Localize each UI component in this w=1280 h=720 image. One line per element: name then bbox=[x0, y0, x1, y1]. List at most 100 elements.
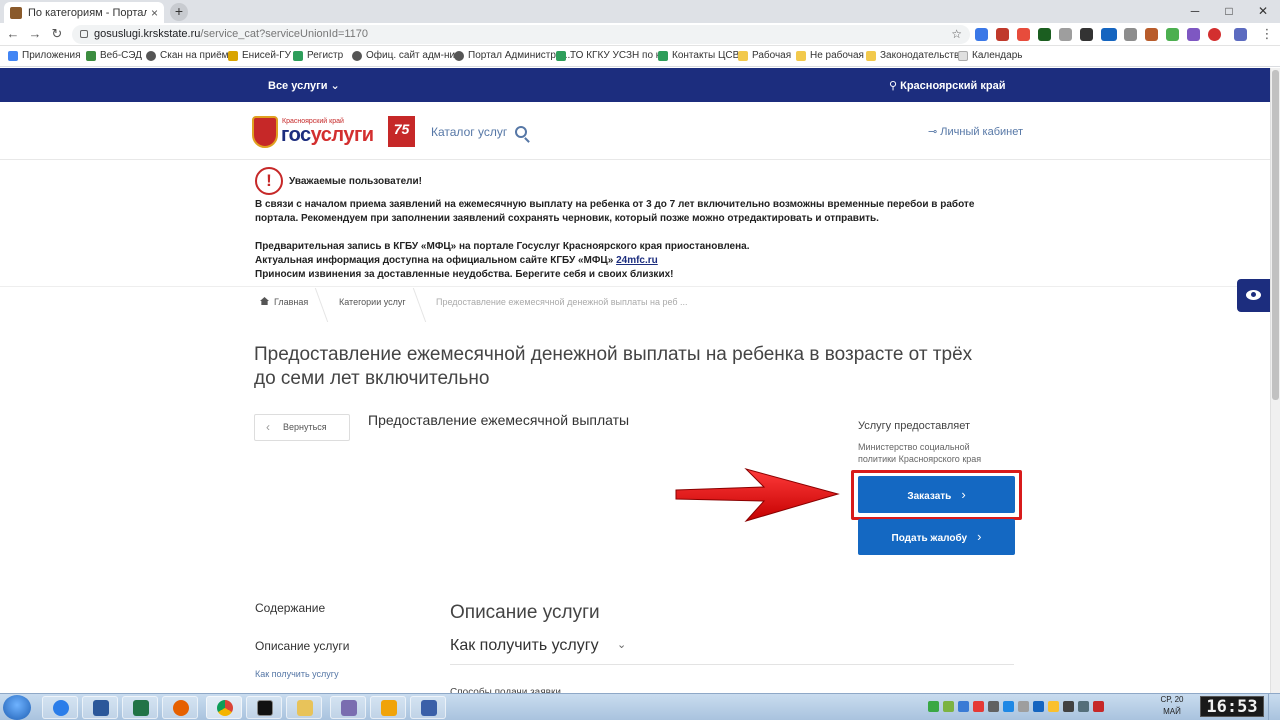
word-icon bbox=[93, 700, 109, 716]
page-scrollbar[interactable] bbox=[1270, 68, 1280, 693]
tray-icon[interactable] bbox=[1018, 701, 1029, 712]
menu-dots-icon[interactable]: ⋮ bbox=[1258, 25, 1276, 43]
extension-icon[interactable] bbox=[1145, 28, 1158, 41]
back-button[interactable]: ‹ Вернуться bbox=[254, 414, 350, 441]
complaint-button[interactable]: Подать жалобу › bbox=[858, 519, 1015, 555]
taskbar-ie[interactable] bbox=[42, 696, 78, 719]
folder-icon bbox=[297, 700, 313, 716]
tray-icon[interactable] bbox=[943, 701, 954, 712]
tray-icon[interactable] bbox=[988, 701, 999, 712]
minimize-button[interactable]: ─ bbox=[1178, 0, 1212, 23]
volume-icon[interactable] bbox=[1078, 701, 1089, 712]
bookmark-item[interactable]: Веб-СЭД bbox=[86, 50, 142, 61]
date-indicator[interactable]: СР, 20 МАЙ bbox=[1152, 694, 1192, 718]
bookmark-icon bbox=[228, 50, 238, 61]
maximize-button[interactable]: □ bbox=[1212, 0, 1246, 23]
bookmark-icon bbox=[658, 50, 668, 61]
bookmark-star-icon[interactable]: ☆ bbox=[951, 25, 962, 44]
internet-explorer-icon bbox=[53, 700, 69, 716]
address-bar[interactable]: gosuslugi.krskstate.ru/service_cat?servi… bbox=[72, 25, 970, 44]
extension-icon[interactable] bbox=[996, 28, 1009, 41]
order-button[interactable]: Заказать › bbox=[858, 476, 1015, 513]
globe-icon bbox=[352, 50, 362, 61]
bookmark-item[interactable]: Контакты ЦСВ bbox=[658, 50, 739, 61]
taskbar-chrome[interactable] bbox=[206, 696, 242, 719]
windows-taskbar: СР, 20 МАЙ 16:53 bbox=[0, 693, 1280, 720]
extension-icon[interactable] bbox=[1059, 28, 1072, 41]
all-services-menu[interactable]: Все услуги ⌄ bbox=[268, 79, 340, 92]
taskbar-app[interactable] bbox=[410, 696, 446, 719]
taskbar-cmd[interactable] bbox=[246, 696, 282, 719]
outlook-icon bbox=[381, 700, 397, 716]
chevron-down-icon[interactable]: ⌄ bbox=[617, 638, 626, 651]
bookmark-item[interactable]: Енисей-ГУ bbox=[228, 50, 291, 61]
taskbar-excel[interactable] bbox=[122, 696, 158, 719]
bookmark-apps[interactable]: Приложения bbox=[8, 50, 81, 61]
extension-icon[interactable] bbox=[1124, 28, 1137, 41]
toc-item-how-to-get[interactable]: Как получить услугу bbox=[255, 669, 339, 679]
new-tab-button[interactable]: + bbox=[170, 3, 188, 21]
extension-icon[interactable] bbox=[975, 28, 988, 41]
extension-icon[interactable] bbox=[1038, 28, 1051, 41]
gosuslugi-logo[interactable]: госуслуги bbox=[281, 124, 374, 147]
tray-icon[interactable] bbox=[1003, 701, 1014, 712]
mfc-site-link[interactable]: 24mfc.ru bbox=[616, 255, 658, 266]
extension-icon[interactable] bbox=[1101, 28, 1117, 41]
reload-icon[interactable]: ↻ bbox=[48, 25, 66, 43]
extension-icon[interactable] bbox=[1166, 28, 1179, 41]
taskbar-firefox[interactable] bbox=[162, 696, 198, 719]
extension-icon[interactable] bbox=[1017, 28, 1030, 41]
toc-item-description[interactable]: Описание услуги bbox=[255, 639, 350, 653]
close-window-button[interactable]: ✕ bbox=[1246, 0, 1280, 23]
browser-tab[interactable]: По категориям - Портал госуда × bbox=[4, 2, 164, 23]
bookmark-folder[interactable]: Не рабочая bbox=[796, 50, 864, 61]
notice-text: Актуальная информация доступна на официа… bbox=[255, 255, 658, 266]
extension-icon[interactable] bbox=[1187, 28, 1200, 41]
chevron-left-icon: ‹ bbox=[266, 420, 270, 434]
taskbar-outlook[interactable] bbox=[370, 696, 406, 719]
bookmark-folder[interactable]: Законодательство bbox=[866, 50, 965, 61]
bookmark-item[interactable]: Регистр bbox=[293, 50, 343, 61]
bookmark-item[interactable]: Скан на приёме bbox=[146, 50, 234, 61]
clock[interactable]: 16:53 bbox=[1200, 696, 1264, 717]
bookmark-item[interactable]: Офиц. сайт адм-ни... bbox=[352, 50, 463, 61]
warning-icon: ! bbox=[255, 167, 283, 195]
key-icon: ⊸ bbox=[928, 126, 941, 138]
region-selector[interactable]: ⚲ Красноярский край bbox=[889, 79, 1005, 92]
extension-icon[interactable] bbox=[1208, 28, 1221, 41]
lock-icon bbox=[80, 30, 88, 38]
bookmark-folder[interactable]: Рабочая bbox=[738, 50, 791, 61]
tray-icon[interactable] bbox=[1048, 701, 1059, 712]
extension-icon[interactable] bbox=[1080, 28, 1093, 41]
breadcrumb-home[interactable]: Главная bbox=[274, 297, 308, 307]
taskbar-word[interactable] bbox=[82, 696, 118, 719]
accessibility-eye-icon[interactable] bbox=[1237, 279, 1270, 312]
url-host: gosuslugi.krskstate.ru bbox=[94, 28, 201, 40]
taskbar-app[interactable] bbox=[330, 696, 366, 719]
taskbar-explorer[interactable] bbox=[286, 696, 322, 719]
forward-arrow-icon[interactable]: → bbox=[26, 25, 44, 43]
bookmark-item[interactable]: ТО КГКУ УСЗН по к... bbox=[556, 50, 669, 61]
network-icon[interactable] bbox=[1063, 701, 1074, 712]
service-subtitle: Предоставление ежемесячной выплаты bbox=[368, 412, 630, 428]
scrollbar-thumb[interactable] bbox=[1272, 70, 1279, 400]
tray-icon[interactable] bbox=[958, 701, 969, 712]
tray-icon[interactable] bbox=[1033, 701, 1044, 712]
provider-name: Министерство социальной политики Красноя… bbox=[858, 442, 982, 464]
back-arrow-icon[interactable]: ← bbox=[4, 25, 22, 43]
personal-cabinet-link[interactable]: ⊸ Личный кабинет bbox=[928, 125, 1023, 138]
show-desktop-button[interactable] bbox=[1268, 694, 1280, 720]
bookmark-item[interactable]: Календарь bbox=[958, 50, 1022, 61]
firefox-icon bbox=[173, 700, 189, 716]
tray-icon[interactable] bbox=[973, 701, 984, 712]
catalog-link[interactable]: Каталог услуг bbox=[431, 125, 507, 139]
tray-icon[interactable] bbox=[1093, 701, 1104, 712]
start-button[interactable] bbox=[3, 695, 31, 720]
search-icon[interactable] bbox=[515, 126, 527, 138]
extension-icon[interactable] bbox=[1234, 28, 1247, 41]
how-to-get-heading[interactable]: Как получить услугу bbox=[450, 637, 599, 655]
tab-close-icon[interactable]: × bbox=[151, 6, 158, 20]
breadcrumb-categories[interactable]: Категории услуг bbox=[339, 297, 406, 307]
tray-icon[interactable] bbox=[928, 701, 939, 712]
notice-text: Приносим извинения за доставленные неудо… bbox=[255, 269, 674, 280]
